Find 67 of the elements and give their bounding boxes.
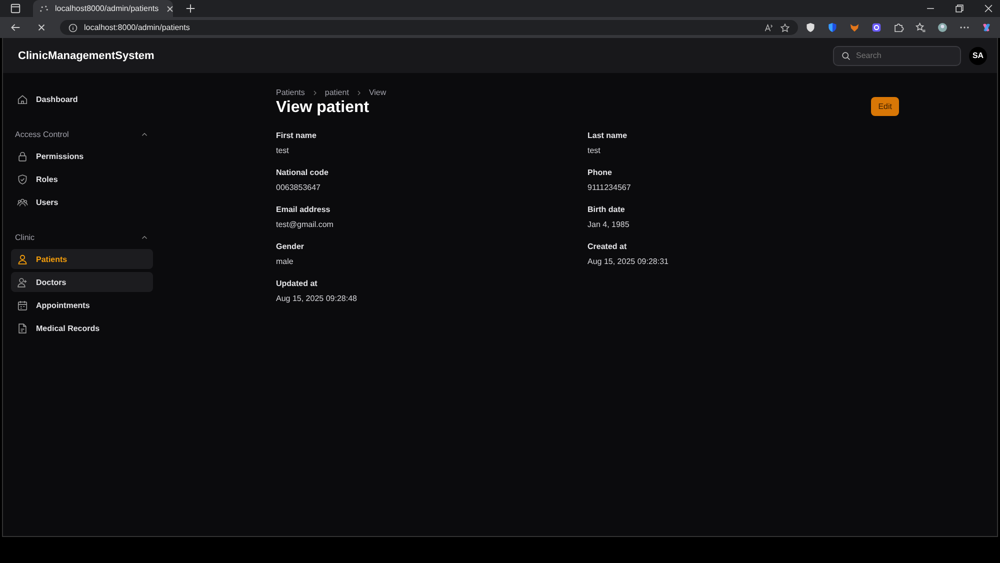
page-title: View patient [276,99,370,117]
info-icon [68,22,78,32]
field-label: Last name [588,131,628,140]
puzzle-icon[interactable] [893,22,904,33]
sidebar-item[interactable]: Users [11,192,153,212]
edit-button[interactable]: Edit [871,96,899,116]
field-label: National code [276,168,330,177]
sidebar-item[interactable]: Appointments [11,295,153,315]
field-label: Gender [276,242,306,251]
users-icon [17,196,28,208]
section-heading: Clinic [15,232,35,242]
field-value: male [276,257,294,266]
field-value: 9111234567 [588,183,632,192]
copilot-icon[interactable] [981,22,992,33]
field-label: Phone [588,168,613,177]
new-tab-icon [185,3,196,14]
shield-icon [17,174,28,184]
shield-icon[interactable] [805,22,816,33]
stop-icon [36,22,47,33]
read-aloud-icon [764,22,774,32]
field-value: Aug 15, 2025 09:28:31 [588,257,670,266]
field-label: Created at [588,242,628,251]
breadcrumb-link[interactable]: Patients [276,88,305,97]
loading-icon [39,4,49,14]
field-value: test [276,146,290,155]
profile-icon[interactable] [937,22,948,33]
search-field[interactable]: Search [833,46,961,66]
field-value: Jan 4, 1985 [588,220,630,229]
document-icon [17,322,28,334]
back-icon [10,22,21,33]
field-label: First name [276,131,318,140]
lock-icon [17,150,28,162]
calendar-icon [17,300,28,310]
restore-icon [954,3,965,14]
home-icon [17,94,28,104]
url-text: localhost:8000/admin/patients [84,23,190,32]
field-value: test@gmail.com [276,220,334,229]
section-heading: Access Control [15,130,69,138]
tab-title: localhost8000/admin/patients [55,4,159,13]
star-icon [780,22,790,32]
sidebar-item[interactable]: Dashboard [11,89,153,109]
sidebar-item[interactable]: Medical Records [11,318,153,338]
breadcrumb-link[interactable]: patient [324,88,349,97]
sidebar-item[interactable]: Roles [11,169,153,189]
favorites-icon[interactable] [915,22,926,33]
app-logo[interactable]: ClinicManagementSystem [18,50,154,62]
address-bar[interactable]: localhost:8000/admin/patients [60,20,798,35]
fox-icon[interactable] [849,22,860,33]
field-label: Email address [276,205,332,214]
ring-icon[interactable] [871,22,882,33]
field-value: 0063853647 [276,183,322,192]
browser-tab[interactable]: localhost8000/admin/patients [33,0,173,17]
sidebar-item[interactable]: Patients [11,249,153,269]
close-icon [164,4,175,14]
field-value: Aug 15, 2025 09:28:48 [276,294,358,303]
field-label: Updated at [276,279,318,288]
field-label: Birth date [588,205,626,214]
user-icon [17,254,28,264]
window-icon [10,3,21,14]
close-icon [983,3,994,14]
user-avatar[interactable]: SA [969,46,987,64]
search-icon [841,50,851,60]
shield-icon[interactable] [827,22,838,33]
sidebar-item[interactable]: Doctors [11,272,153,292]
sidebar-item[interactable]: Permissions [11,146,153,166]
field-value: test [588,146,602,155]
user-plus-icon [17,276,28,288]
